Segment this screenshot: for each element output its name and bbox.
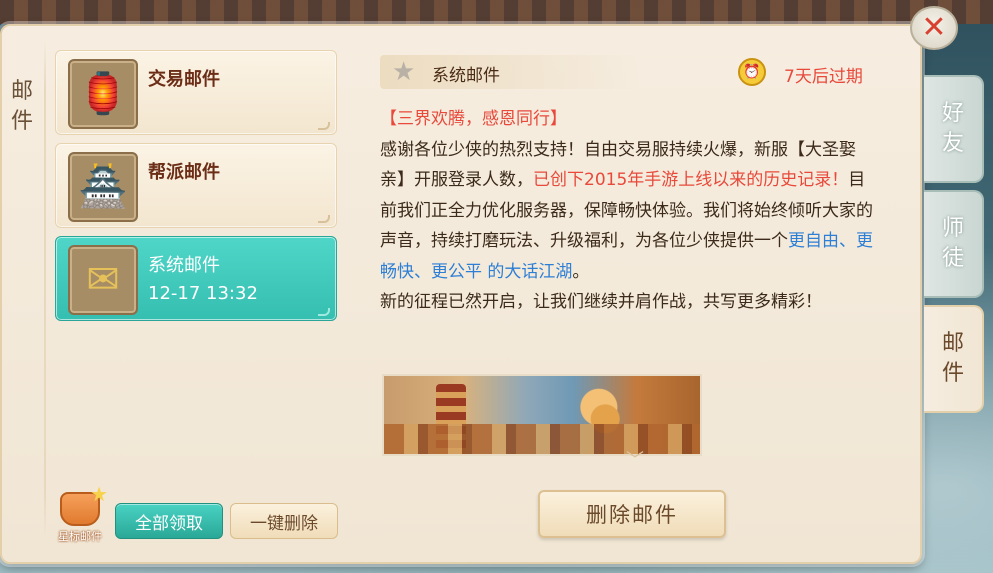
star-icon: ★ [90,482,108,506]
header-ribbon [380,55,640,89]
mail-body-paragraph-1: 感谢各位少侠的热烈支持！自由交易服持续火爆，新服【大圣娶亲】开服登录人数，已创下… [380,135,880,288]
mail-item-title: 帮派邮件 [148,162,220,183]
alarm-clock-icon: ⏰ [738,58,766,86]
star-mail-label: 星标邮件 [58,530,102,543]
mail-body-paragraph-2: 新的征程已然开启，让我们继续并肩作战，共写更多精彩！ [380,292,822,312]
star-icon[interactable]: ★ [392,57,415,87]
mail-item-trade[interactable]: 🏮 交易邮件 [55,50,337,135]
left-section-tab: 邮 件 [0,62,44,152]
mail-body: 【三界欢腾，感恩同行】 感谢各位少侠的热烈支持！自由交易服持续火爆，新服【大圣娶… [380,104,880,318]
chevron-down-icon[interactable]: ﹀ [622,446,648,471]
body-text: 。 [572,261,590,282]
expire-text: 7天后过期 [784,67,863,87]
left-divider [44,40,46,540]
close-icon[interactable]: ✕ [910,6,958,50]
delete-mail-button[interactable]: 删除邮件 [538,490,726,538]
body-highlight-red: 已创下2015年手游上线以来的历史记录！ [533,170,849,190]
corner-decoration [318,308,330,316]
tab-label-char: 友 [941,131,964,156]
corner-decoration [318,215,330,223]
trade-shop-icon: 🏮 [68,59,138,129]
tab-label-char: 邮 [941,331,964,356]
left-tab-char-2: 件 [10,109,33,134]
city-decoration [384,424,700,454]
tab-label-char: 师 [941,216,964,241]
mail-item-system[interactable]: ✉ 系统邮件 12-17 13:32 [55,236,337,321]
mail-banner-image [382,374,702,456]
tab-mail[interactable]: 邮 件 [924,305,984,413]
mail-list: 🏮 交易邮件 🏯 帮派邮件 ✉ 系统邮件 12-17 13:32 [55,50,337,329]
mail-bag-icon: ★ [60,482,108,526]
delete-all-button[interactable]: 一键删除 [230,503,338,539]
tab-label-char: 徒 [941,246,964,271]
mail-detail-header: ★ 系统邮件 ⏰ 7天后过期 [380,55,900,89]
left-tab-char-1: 邮 [10,79,33,104]
corner-decoration [318,122,330,130]
tab-friends[interactable]: 好 友 [924,75,984,183]
mail-body-heading: 【三界欢腾，感恩同行】 [380,109,567,129]
mail-item-title: 系统邮件 [148,255,220,276]
mail-item-guild[interactable]: 🏯 帮派邮件 [55,143,337,228]
tab-label-char: 件 [941,361,964,386]
mail-item-date: 12-17 13:32 [148,283,258,304]
tab-mentor[interactable]: 师 徒 [924,190,984,298]
claim-all-button[interactable]: 全部领取 [115,503,223,539]
envelope-icon: ✉ [68,245,138,315]
tab-label-char: 好 [941,101,964,126]
mail-item-title: 交易邮件 [148,69,220,90]
background-roof [0,0,993,24]
guild-building-icon: 🏯 [68,152,138,222]
mail-detail-title: 系统邮件 [432,66,500,86]
star-mail-button[interactable]: ★ 星标邮件 [47,482,113,550]
